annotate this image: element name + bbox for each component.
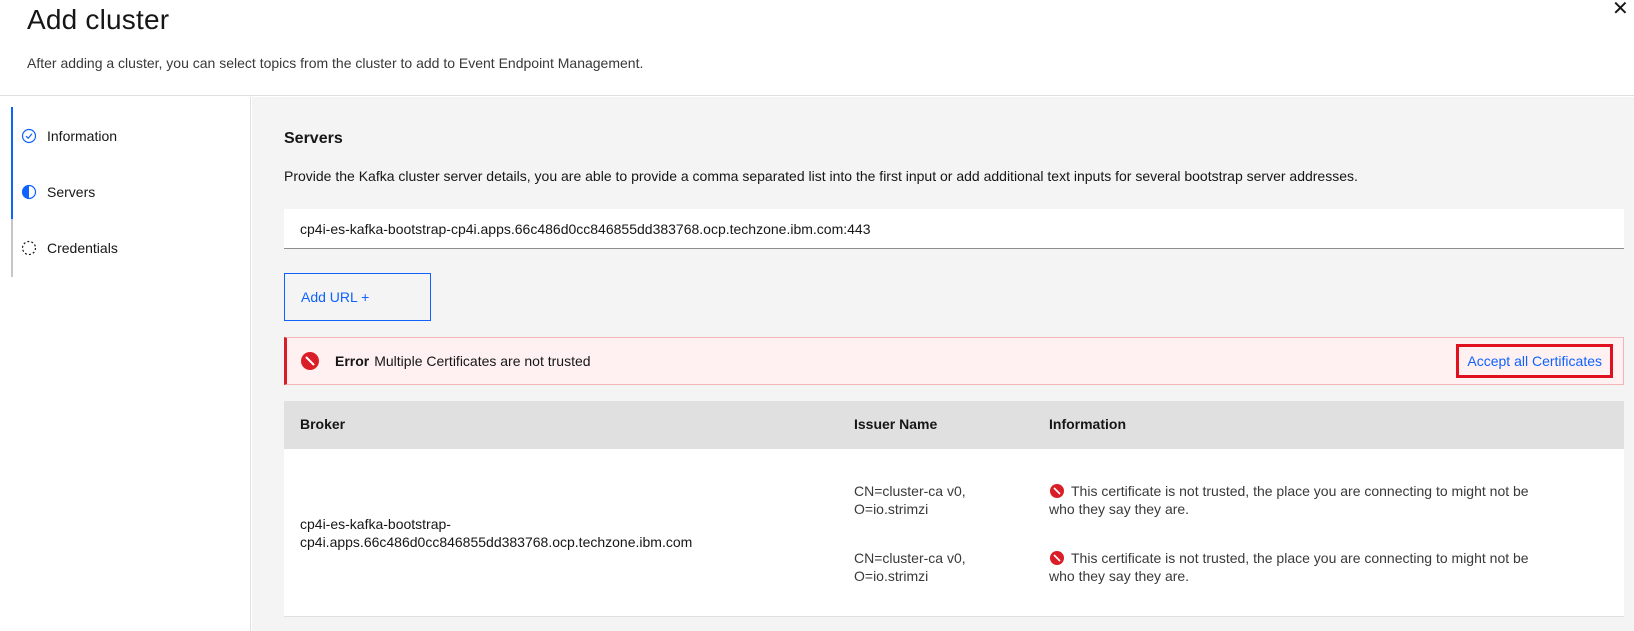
server-url-input[interactable] [284, 209, 1624, 249]
broker-cell: cp4i-es-kafka-bootstrap-cp4i.apps.66c486… [300, 516, 693, 550]
add-url-button[interactable]: Add URL + [284, 273, 431, 321]
table-header: Broker Issuer Name Information [284, 401, 1624, 449]
checkmark-outline-icon [21, 128, 37, 144]
issuer-cell: CN=cluster-ca v0, O=io.strimzi [854, 550, 966, 584]
close-icon[interactable]: ✕ [1612, 0, 1629, 21]
page-title: Add cluster [27, 4, 170, 35]
step-label: Servers [47, 184, 96, 200]
information-cell: This certificate is not trusted, the pla… [1049, 482, 1549, 518]
error-title: Error [335, 353, 370, 369]
information-cell: This certificate is not trusted, the pla… [1049, 549, 1549, 585]
section-title: Servers [284, 130, 343, 147]
section-description: Provide the Kafka cluster server details… [284, 168, 1358, 184]
accept-all-certificates-button[interactable]: Accept all Certificates [1456, 344, 1613, 378]
progress-sidebar: Information Servers Credentials [0, 97, 251, 631]
circle-dash-icon [21, 240, 37, 256]
step-label: Information [47, 128, 118, 144]
main-content: Servers Provide the Kafka cluster server… [252, 97, 1634, 631]
information-text: This certificate is not trusted, the pla… [1049, 483, 1529, 517]
step-information[interactable]: Information [11, 107, 241, 165]
column-header-issuer: Issuer Name [854, 416, 938, 432]
incomplete-half-icon [21, 184, 37, 200]
information-text: This certificate is not trusted, the pla… [1049, 550, 1529, 584]
modal-header: Add cluster After adding a cluster, you … [0, 0, 1634, 96]
column-header-information: Information [1049, 416, 1126, 432]
error-filled-icon [300, 351, 320, 371]
table-row: cp4i-es-kafka-bootstrap-cp4i.apps.66c486… [284, 449, 1624, 617]
error-filled-icon [1049, 550, 1065, 566]
error-filled-icon [1049, 483, 1065, 499]
step-servers[interactable]: Servers [11, 163, 241, 221]
step-credentials[interactable]: Credentials [11, 219, 241, 277]
error-notification: Error Multiple Certificates are not trus… [284, 337, 1624, 385]
error-message: Multiple Certificates are not trusted [374, 353, 591, 369]
step-label: Credentials [47, 240, 118, 256]
page-subtitle: After adding a cluster, you can select t… [27, 55, 644, 71]
issuer-cell: CN=cluster-ca v0, O=io.strimzi [854, 483, 966, 517]
column-header-broker: Broker [300, 416, 346, 432]
certificates-table: Broker Issuer Name Information cp4i-es-k… [284, 401, 1624, 617]
